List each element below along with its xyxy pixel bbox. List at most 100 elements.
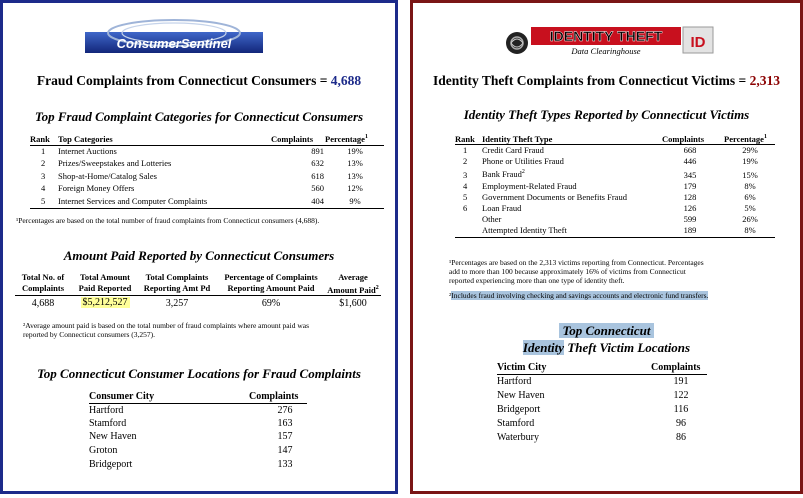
- city-complaints: 157: [277, 431, 293, 442]
- theft-type-percentage: 26%: [742, 214, 758, 224]
- theft-type-complaints: 128: [683, 192, 697, 202]
- theft-type-name: Employment-Related Fraud: [482, 181, 577, 191]
- table-row: 5: [463, 192, 468, 202]
- category-complaints: 632: [311, 158, 324, 168]
- city-complaints: 191: [673, 376, 689, 387]
- category-complaints: 618: [311, 171, 324, 181]
- col-rank-header: Rank: [455, 134, 475, 144]
- theft-type-name: Bank Fraud2: [482, 169, 525, 179]
- list-item: New Haven: [497, 390, 545, 401]
- list-item: Hartford: [89, 405, 124, 416]
- theft-type-percentage: 29%: [742, 145, 758, 155]
- city-complaints: 122: [673, 390, 689, 401]
- theft-type-name: Other: [482, 214, 502, 224]
- theft-type-name: Phone or Utilities Fraud: [482, 156, 564, 166]
- amount-col5-header: Average Amount Paid2: [327, 272, 379, 295]
- category-name: Internet Auctions: [58, 146, 117, 156]
- city-complaints: 86: [676, 432, 686, 443]
- list-item: Bridgeport: [497, 404, 541, 415]
- theft-type-complaints: 599: [683, 214, 697, 224]
- logo-text: ConsumerSentinel: [117, 36, 232, 51]
- theft-type-complaints: 446: [683, 156, 697, 166]
- amount-col3-header: Total Complaints Reporting Amt Pd: [143, 272, 211, 293]
- theft-type-complaints: 668: [683, 145, 697, 155]
- table-row: 3: [41, 171, 46, 181]
- total-amount-value: $5,212,527: [80, 297, 130, 308]
- category-complaints: 404: [311, 196, 324, 206]
- victim-locations-heading-line1: Top Connecticut: [413, 323, 800, 339]
- category-name: Shop-at-Home/Catalog Sales: [58, 171, 157, 181]
- victim-city-header: Victim City: [497, 362, 547, 373]
- list-item: New Haven: [89, 431, 137, 442]
- amount-col2-header: Total Amount Paid Reported: [78, 272, 132, 293]
- category-name: Internet Services and Computer Complaint…: [58, 196, 208, 206]
- category-name: Prizes/Sweepstakes and Lotteries: [58, 158, 172, 168]
- theft-type-percentage: 5%: [744, 203, 756, 213]
- theft-type-name: Government Documents or Benefits Fraud: [482, 192, 627, 202]
- top-categories-heading: Top Fraud Complaint Categories for Conne…: [34, 109, 364, 124]
- theft-type-percentage: 8%: [744, 225, 756, 235]
- list-item: Stamford: [89, 418, 127, 429]
- city-complaints: 276: [277, 405, 293, 416]
- amount-col1-header: Total No. of Complaints: [21, 272, 65, 293]
- theft-type-name: Loan Fraud: [482, 203, 522, 213]
- theft-types-footnote-2: ²Includes fraud involving checking and s…: [449, 291, 709, 300]
- total-complaints-value: 4,688: [31, 298, 55, 309]
- category-percentage: 13%: [347, 158, 363, 168]
- category-percentage: 12%: [347, 183, 363, 193]
- table-row: 5: [41, 196, 46, 206]
- category-complaints: 891: [311, 146, 324, 156]
- list-item: Stamford: [497, 418, 535, 429]
- table-row: 2: [41, 158, 46, 168]
- category-complaints: 560: [311, 183, 324, 193]
- consumer-city-header: Consumer City: [89, 391, 155, 402]
- theft-type-percentage: 8%: [744, 181, 756, 191]
- category-percentage: 19%: [347, 146, 363, 156]
- city-complaints: 163: [277, 418, 293, 429]
- fraud-complaints-title: Fraud Complaints from Connecticut Consum…: [36, 73, 362, 88]
- col-complaints-header: Complaints: [271, 134, 314, 144]
- table-row: 6: [463, 203, 468, 213]
- theft-type-name: Credit Card Fraud: [482, 145, 544, 155]
- victim-locations-heading-line2: Identity Theft Victim Locations: [522, 340, 691, 355]
- consumer-sentinel-panel: ConsumerSentinel Fraud Complaints from C…: [0, 0, 398, 494]
- category-percentage: 13%: [347, 171, 363, 181]
- logo-subtitle: Data Clearinghouse: [570, 46, 640, 56]
- table-row: 1: [463, 145, 468, 155]
- theft-type-percentage: 19%: [742, 156, 758, 166]
- city-complaints: 96: [676, 418, 686, 429]
- city-complaints: 116: [673, 404, 689, 415]
- table-row: 4: [41, 183, 46, 193]
- col-percentage-header: Percentage1: [325, 134, 368, 144]
- consumer-complaints-header: Complaints: [249, 391, 299, 402]
- percentage-reporting-value: 69%: [261, 298, 281, 309]
- identity-theft-logo: IDENTITY THEFT Data Clearinghouse ID: [505, 21, 725, 61]
- city-complaints: 147: [277, 445, 293, 456]
- category-percentage: 9%: [349, 196, 361, 206]
- theft-type-complaints: 179: [683, 181, 697, 191]
- theft-type-complaints: 345: [683, 170, 697, 180]
- theft-type-complaints: 126: [683, 203, 697, 213]
- amount-paid-heading: Amount Paid Reported by Connecticut Cons…: [63, 248, 335, 263]
- amount-footnote: ²Average amount paid is based on the tot…: [23, 321, 309, 339]
- col-complaints-header: Complaints: [662, 134, 705, 144]
- consumer-locations-heading: Top Connecticut Consumer Locations for F…: [37, 366, 361, 381]
- theft-type-percentage: 6%: [744, 192, 756, 202]
- table-row: 3: [463, 170, 468, 180]
- list-item: Waterbury: [497, 432, 539, 443]
- theft-type-complaints: 189: [683, 225, 697, 235]
- identity-theft-title: Identity Theft Complaints from Connectic…: [433, 73, 780, 88]
- theft-type-percentage: 15%: [742, 170, 758, 180]
- list-item: Bridgeport: [89, 459, 133, 470]
- category-name: Foreign Money Offers: [58, 183, 135, 193]
- col-type-header: Identity Theft Type: [482, 134, 553, 144]
- col-rank-header: Rank: [30, 134, 50, 144]
- complaints-reporting-value: 3,257: [165, 298, 189, 309]
- consumer-sentinel-logo: ConsumerSentinel: [85, 19, 263, 53]
- col-percentage-header: Percentage1: [724, 134, 767, 144]
- theft-type-name: Attempted Identity Theft: [482, 225, 567, 235]
- amount-col4-header: Percentage of Complaints Reporting Amount…: [224, 272, 318, 293]
- categories-footnote: ¹Percentages are based on the total numb…: [16, 216, 320, 225]
- col-category-header: Top Categories: [58, 134, 113, 144]
- logo-badge: ID: [691, 34, 706, 51]
